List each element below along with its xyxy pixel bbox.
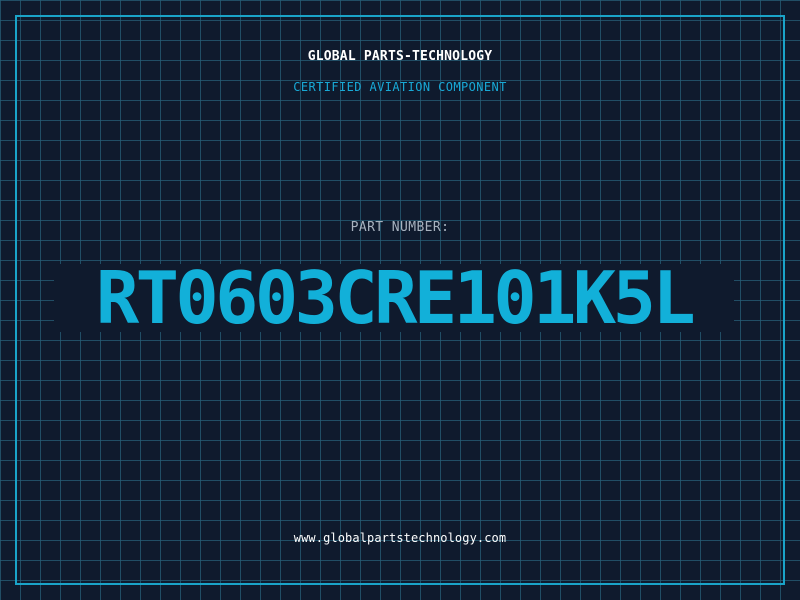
part-number-panel: RT0603CRE101K5L [54,264,734,332]
certificate-page: GLOBAL PARTS-TECHNOLOGY CERTIFIED AVIATI… [0,0,800,600]
company-name: GLOBAL PARTS-TECHNOLOGY [307,49,493,64]
part-number-label: PART NUMBER: [350,220,450,235]
part-number-value: RT0603CRE101K5L [95,264,696,332]
website-url: www.globalpartstechnology.com [293,531,507,545]
certification-subtitle: CERTIFIED AVIATION COMPONENT [293,80,507,94]
